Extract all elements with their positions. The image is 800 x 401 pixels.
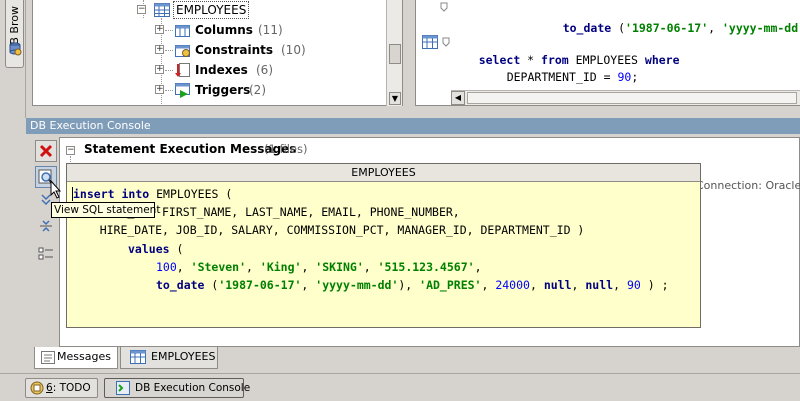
sql-line: to_date ('1987-06-17', 'yyyy-mm-dd'), 'A…	[156, 277, 669, 292]
sql-line: values (	[128, 241, 184, 256]
left-tool-strip: DB Brow	[0, 0, 26, 118]
database-browser-icon[interactable]	[8, 42, 22, 56]
tree-item-count: (6)	[256, 63, 273, 77]
console-tabs: Messages EMPLOYEES	[32, 347, 800, 369]
constraints-icon	[175, 45, 190, 57]
tree-vertical-scrollbar[interactable]: ▼	[386, 0, 402, 106]
tooltip: View SQL statement	[51, 202, 160, 218]
scrollbar-thumb[interactable]	[467, 92, 797, 104]
tool-window-bar: 6: TODO DB Execution Console	[0, 373, 800, 401]
tab-label: Messages	[57, 350, 111, 363]
close-icon	[39, 144, 53, 158]
tab-messages[interactable]: Messages	[34, 347, 118, 369]
messages-count: (1 files)	[264, 142, 308, 156]
sql-line: to_date ('1987-06-17', 'yyyy-mm-dd'),	[562, 21, 800, 36]
tree-item-label: EMPLOYEES	[173, 1, 250, 19]
connection-label: Connection: Oracle XE	[696, 179, 800, 192]
db-console-label: DB Execution Console	[135, 382, 251, 394]
fold-marker-icon[interactable]	[440, 2, 448, 12]
triggers-icon	[175, 83, 190, 98]
sql-line: _ID, FIRST_NAME, LAST_NAME, EMAIL, PHONE…	[72, 205, 460, 220]
todo-tool-button[interactable]: 6: TODO	[25, 378, 98, 398]
collapse-icon[interactable]: −	[66, 146, 75, 155]
sql-line: select * from EMPLOYEES where	[478, 53, 680, 68]
todo-shortcut: 6	[46, 382, 53, 394]
tree-item-count: (11)	[258, 23, 283, 37]
scroll-left-arrow-icon[interactable]: ◀	[451, 91, 465, 105]
db-browser-side-tab[interactable]: DB Brow	[5, 0, 24, 68]
expand-icon[interactable]: +	[155, 65, 164, 74]
sql-horizontal-scrollbar[interactable]: ◀	[451, 90, 800, 105]
sql-line: HIRE_DATE, JOB_ID, SALARY, COMMISSION_PC…	[72, 223, 585, 238]
sql-line: insert into EMPLOYEES (	[72, 187, 233, 201]
tree-item-count: (10)	[281, 43, 306, 57]
tree-item-label: Triggers	[195, 83, 251, 97]
tree-item-count: (2)	[249, 83, 266, 97]
table-icon	[154, 3, 170, 17]
expand-icon[interactable]: +	[155, 45, 164, 54]
database-object-tree: − EMPLOYEES + Columns (11) + Constraints…	[32, 0, 403, 106]
sql-statement-popup[interactable]: EMPLOYEES insert into EMPLOYEES ( _ID, F…	[66, 163, 701, 328]
scroll-down-arrow-icon[interactable]: ▼	[389, 92, 401, 105]
popup-title: EMPLOYEES	[67, 164, 700, 182]
tree-item-label: Indexes	[195, 63, 248, 77]
options-list-icon[interactable]	[38, 246, 54, 262]
indexes-icon	[175, 63, 190, 77]
todo-label: : TODO	[52, 382, 91, 394]
collapse-icon[interactable]: −	[137, 5, 146, 14]
console-toolbar	[32, 136, 58, 346]
scrollbar-thumb[interactable]	[389, 44, 401, 64]
table-icon	[422, 35, 438, 49]
clear-console-button[interactable]	[35, 140, 57, 162]
sql-line: 100, 'Steven', 'King', 'SKING', '515.123…	[156, 259, 482, 274]
popup-sql-text: insert into EMPLOYEES ( _ID, FIRST_NAME,…	[72, 185, 669, 294]
editor-gutter	[416, 0, 450, 90]
expand-icon[interactable]: +	[155, 25, 164, 34]
mouse-cursor-icon	[50, 180, 62, 199]
fold-marker-icon[interactable]	[442, 37, 450, 47]
console-title-bar: DB Execution Console	[26, 118, 800, 134]
collapse-all-icon[interactable]	[39, 219, 53, 233]
columns-icon	[175, 25, 190, 37]
sql-line: DEPARTMENT_ID = 90;	[506, 70, 639, 85]
tree-item-label: Columns	[195, 23, 253, 37]
db-execution-console-tool-button[interactable]: DB Execution Console	[104, 378, 250, 398]
db-console-icon	[116, 381, 130, 395]
tree-item-label: Constraints	[195, 43, 274, 57]
messages-icon	[41, 351, 55, 364]
expand-icon[interactable]: +	[155, 85, 164, 94]
tab-employees[interactable]: EMPLOYEES	[120, 347, 218, 369]
tab-label: EMPLOYEES	[151, 350, 216, 363]
table-icon	[130, 350, 146, 364]
todo-icon	[30, 381, 44, 395]
